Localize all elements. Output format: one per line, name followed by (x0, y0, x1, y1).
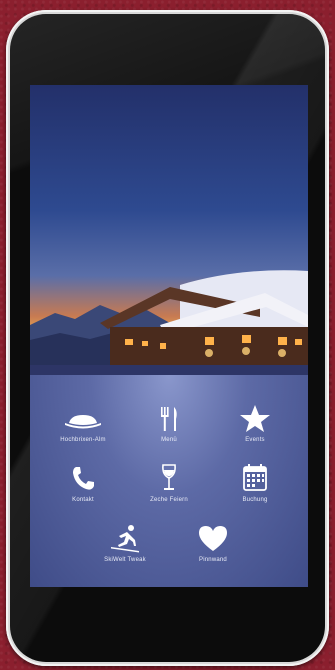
menu-item-menu[interactable]: Menü (124, 403, 214, 443)
menu-item-label: Kontakt (72, 497, 94, 503)
menu-item-label: Zeche Feiern (150, 497, 188, 503)
menu-item-ski[interactable]: SkiWelt Tweak (80, 523, 170, 563)
calendar-icon (243, 464, 267, 491)
menu-item-celebrate[interactable]: Zeche Feiern (124, 463, 214, 503)
app-screen: Hochbrixen-Alm Menü Events Kontakt Zeche… (30, 85, 308, 587)
menu-item-label: Buchung (242, 497, 268, 503)
menu-item-booking[interactable]: Buchung (210, 463, 300, 503)
menu-item-favorites[interactable]: Pinnwand (168, 523, 258, 563)
menu-item-label: Events (245, 437, 265, 443)
phone-icon (73, 467, 94, 490)
menu-item-contact[interactable]: Kontakt (38, 463, 128, 503)
menu-item-label: SkiWelt Tweak (104, 557, 146, 563)
wine-glass-icon (162, 464, 176, 490)
skier-icon (111, 525, 139, 553)
menu-item-about[interactable]: Hochbrixen-Alm (38, 403, 128, 443)
heart-icon (199, 526, 227, 551)
hat-icon (65, 415, 101, 429)
menu-item-label: Hochbrixen-Alm (60, 437, 106, 443)
star-icon (240, 405, 270, 432)
cutlery-icon (161, 407, 177, 431)
menu-item-label: Pinnwand (199, 557, 227, 563)
menu-item-label: Menü (161, 437, 177, 443)
menu-item-events[interactable]: Events (210, 403, 300, 443)
